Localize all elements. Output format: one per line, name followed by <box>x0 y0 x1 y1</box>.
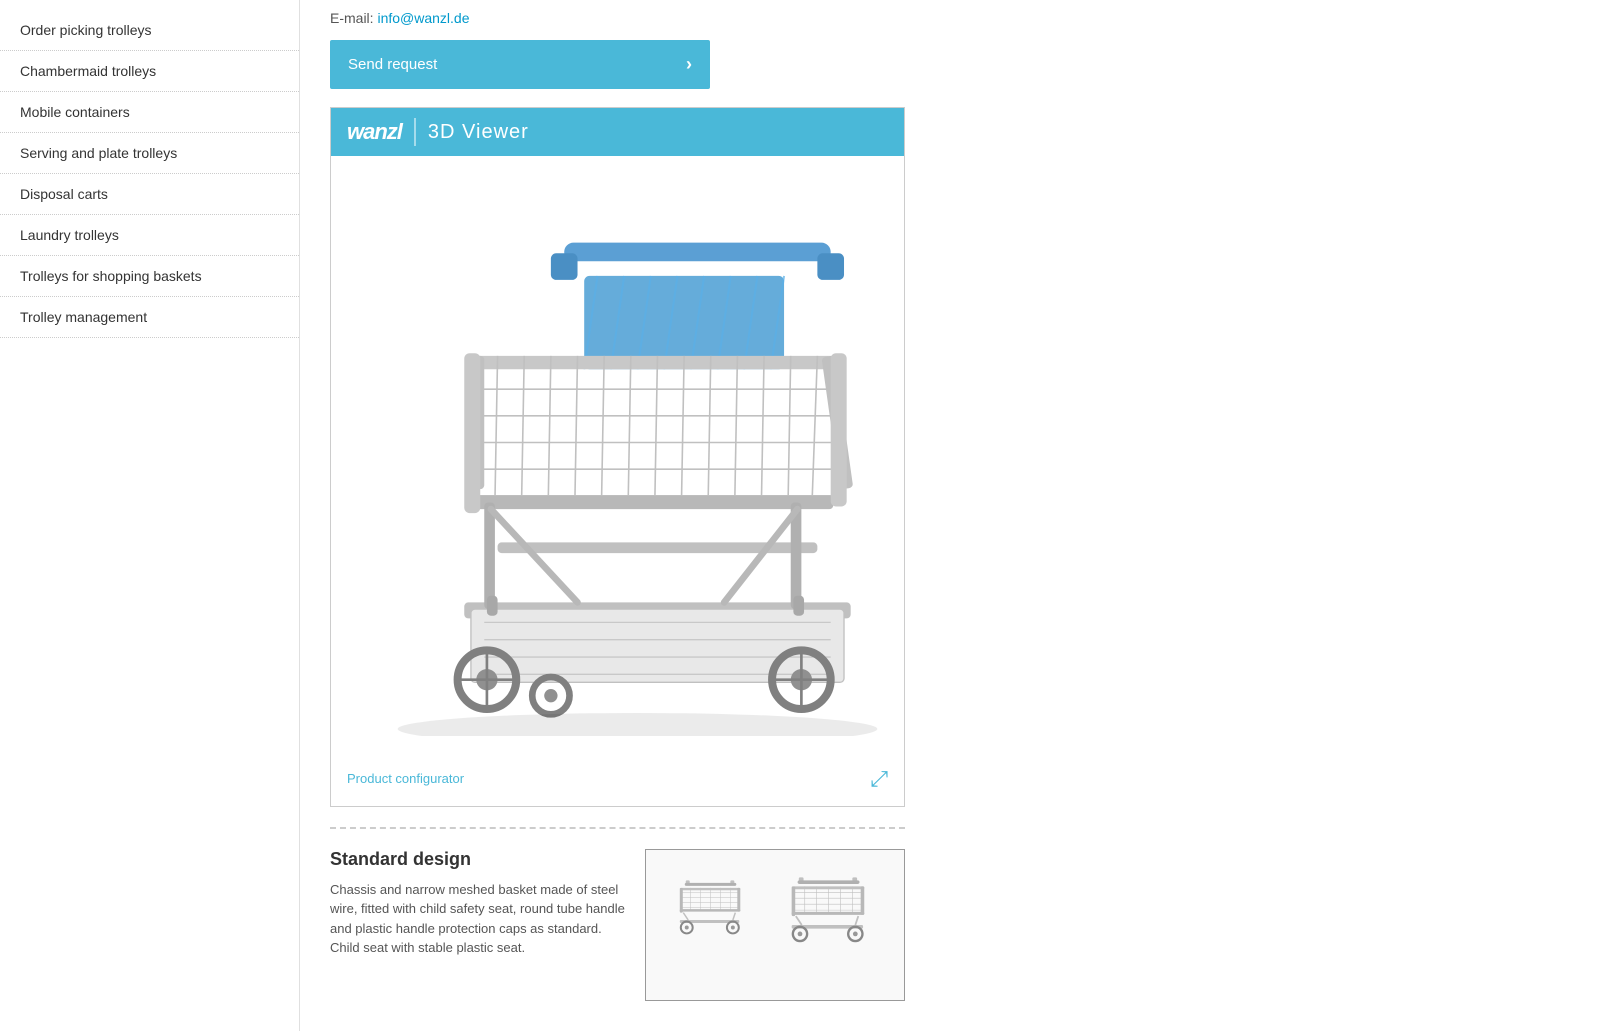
header-divider <box>414 118 416 146</box>
product-configurator-link[interactable]: Product configurator <box>347 771 464 786</box>
viewer-header: wanzl 3D Viewer <box>331 108 904 156</box>
chevron-right-icon: › <box>686 54 692 75</box>
viewer-title: 3D Viewer <box>428 121 529 144</box>
standard-design-image <box>645 849 905 1001</box>
standard-design-section: Standard design Chassis and narrow meshe… <box>330 827 905 1001</box>
sidebar-item-chambermaid-trolleys[interactable]: Chambermaid trolleys <box>0 51 299 92</box>
viewer-body <box>331 156 904 756</box>
send-request-button[interactable]: Send request › <box>330 40 710 89</box>
send-request-label: Send request <box>348 56 437 73</box>
main-content: E-mail: info@wanzl.de Send request › wan… <box>300 0 920 1031</box>
shopping-cart-image <box>351 176 884 736</box>
standard-text: Standard design Chassis and narrow meshe… <box>330 849 625 1001</box>
email-label: E-mail: <box>330 10 374 26</box>
sidebar-item-order-picking-trolleys[interactable]: Order picking trolleys <box>0 10 299 51</box>
sidebar-item-disposal-carts[interactable]: Disposal carts <box>0 174 299 215</box>
sidebar: Order picking trolleys Chambermaid troll… <box>0 0 300 1031</box>
standard-design-carts <box>656 860 894 990</box>
wanzl-logo: wanzl <box>347 119 402 145</box>
sidebar-item-laundry-trolleys[interactable]: Laundry trolleys <box>0 215 299 256</box>
standard-design-description: Chassis and narrow meshed basket made of… <box>330 880 625 958</box>
sidebar-item-trolley-management[interactable]: Trolley management <box>0 297 299 338</box>
sidebar-item-mobile-containers[interactable]: Mobile containers <box>0 92 299 133</box>
email-link[interactable]: info@wanzl.de <box>377 10 469 26</box>
standard-design-title: Standard design <box>330 849 625 870</box>
viewer-footer: Product configurator ⤢ <box>331 756 904 806</box>
sidebar-item-serving-plate-trolleys[interactable]: Serving and plate trolleys <box>0 133 299 174</box>
expand-icon[interactable]: ⤢ <box>870 766 888 792</box>
email-row: E-mail: info@wanzl.de <box>330 10 890 26</box>
3d-viewer: wanzl 3D Viewer <box>330 107 905 807</box>
sidebar-item-trolleys-shopping-baskets[interactable]: Trolleys for shopping baskets <box>0 256 299 297</box>
